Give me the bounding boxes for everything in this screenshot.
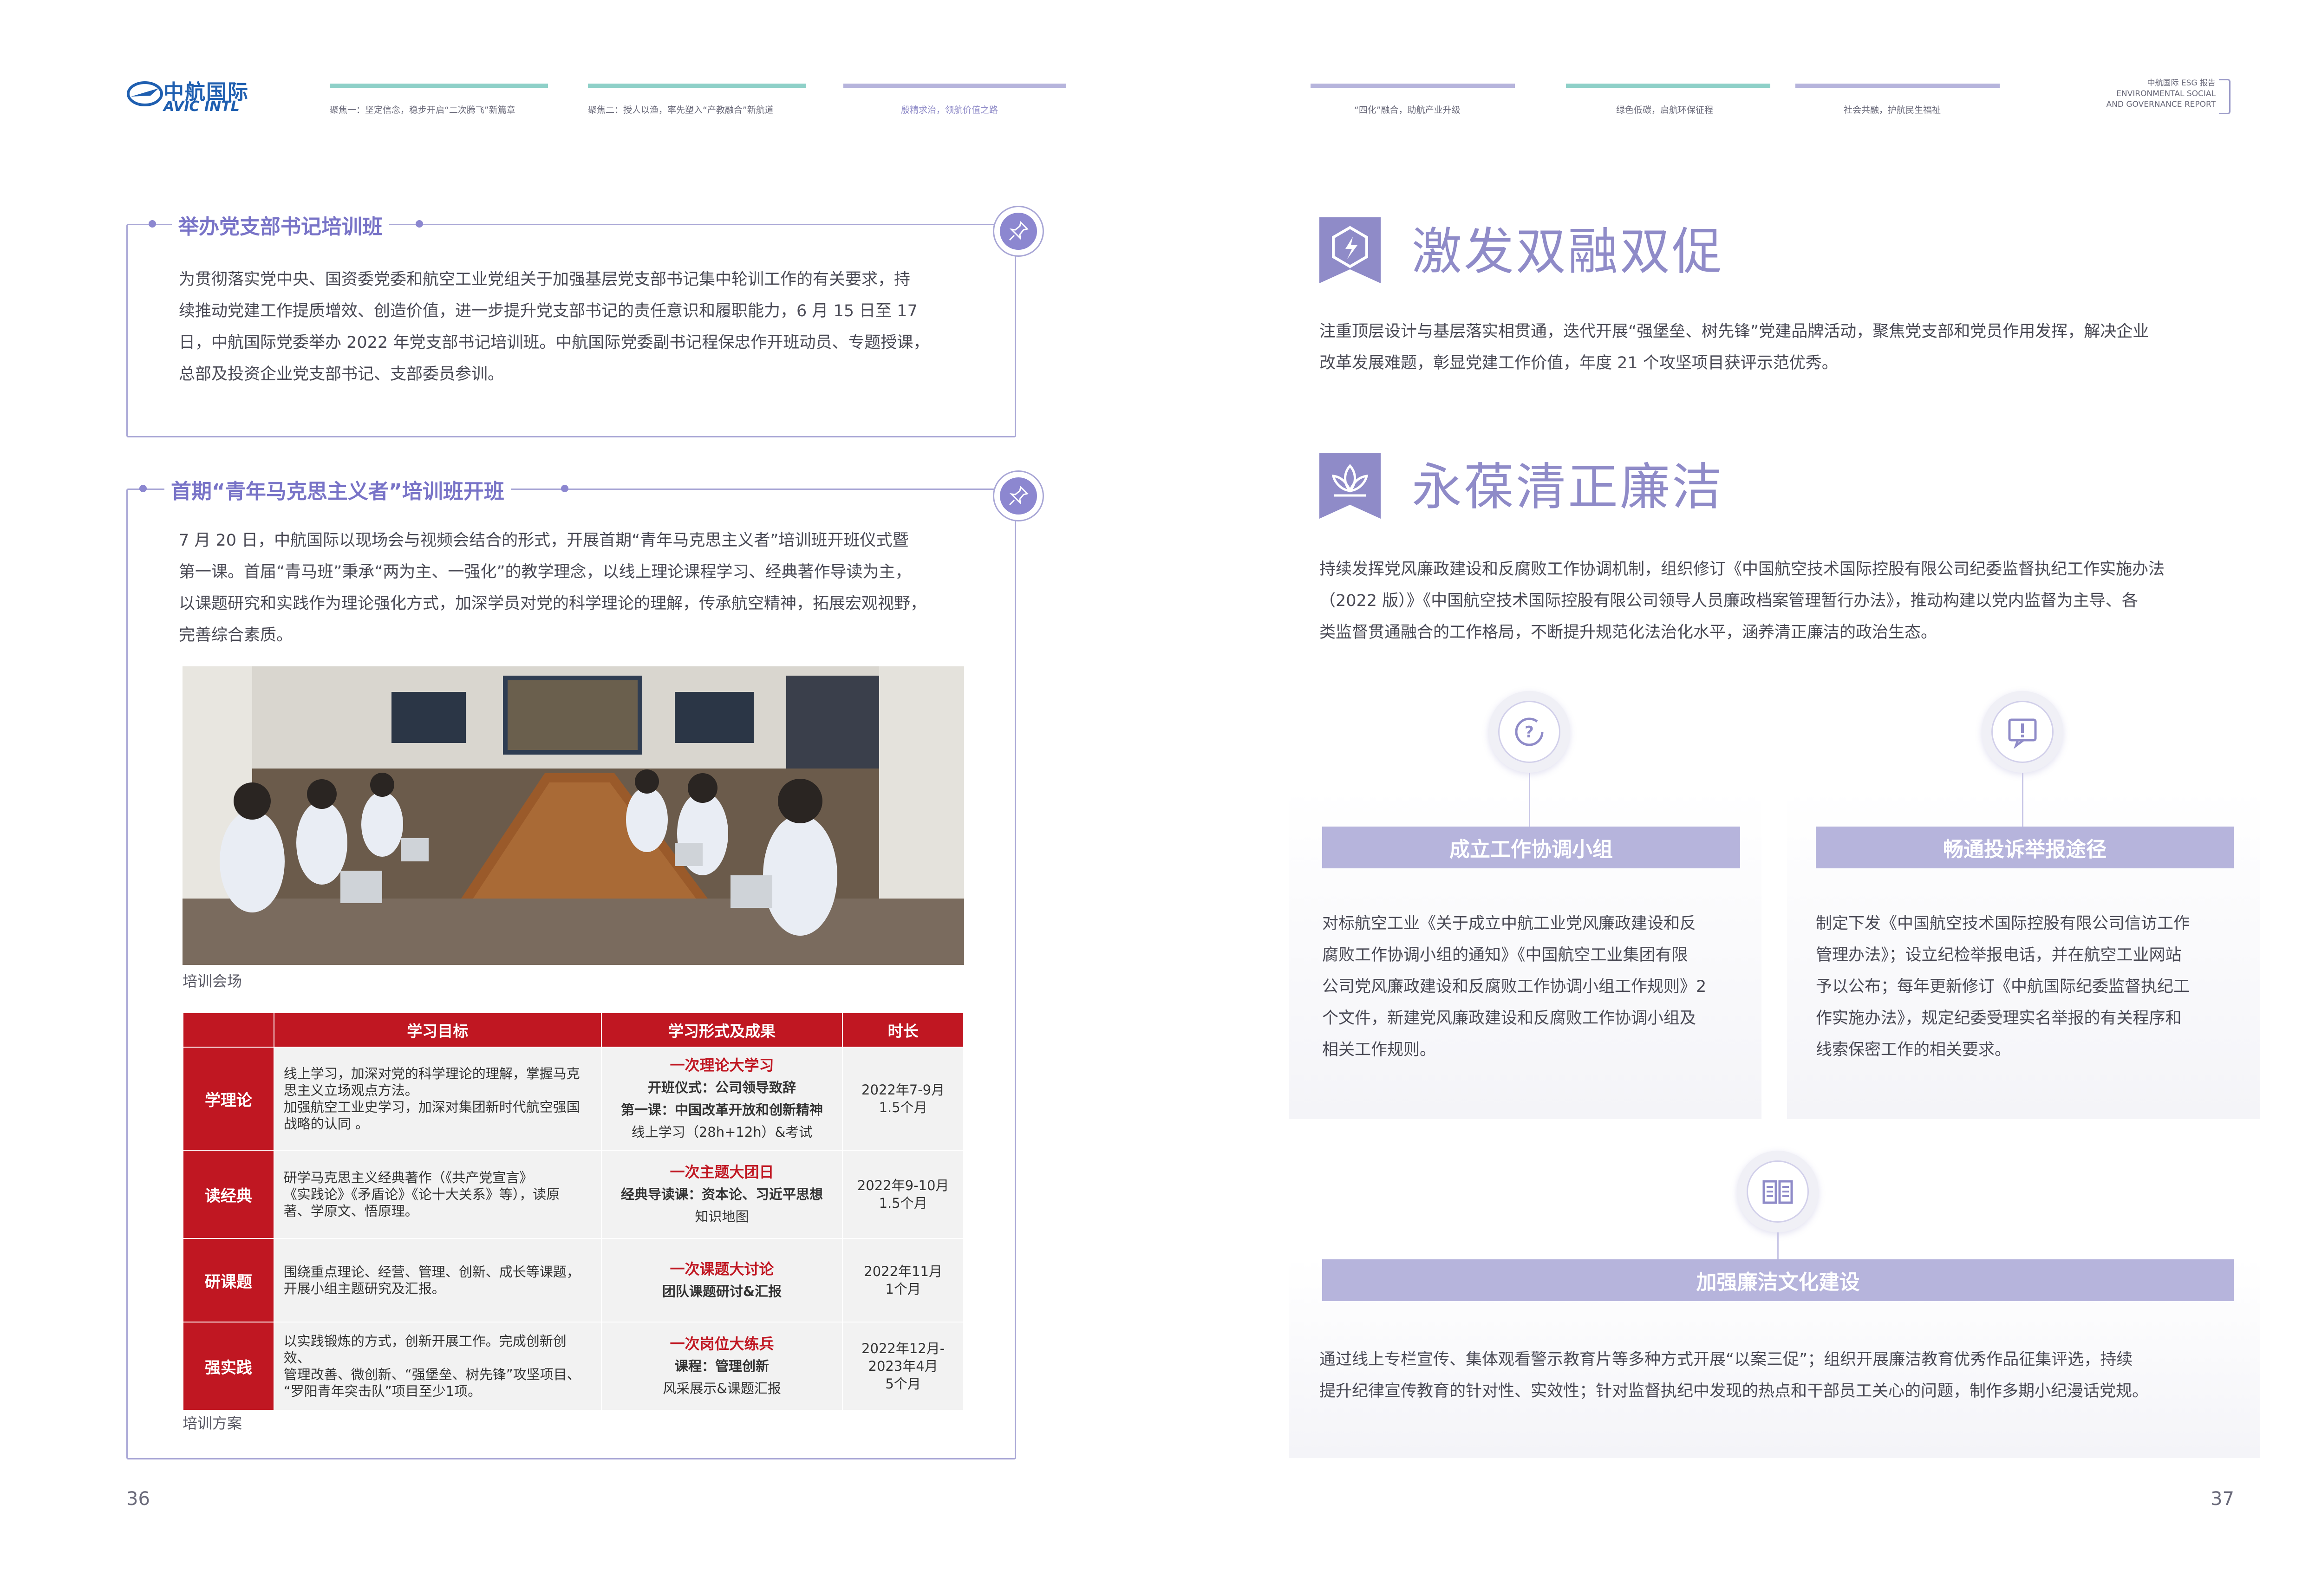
svg-text:?: ? — [1525, 723, 1534, 742]
table-row: 研课题 围绕重点理论、经营、管理、创新、成长等课题， 开展小组主题研究及汇报。 … — [183, 1238, 964, 1322]
report-alert-icon — [2008, 718, 2037, 749]
nav-item-focus-1[interactable]: 聚焦一：坚定信念，稳步开启“二次腾飞”新篇章 — [330, 84, 548, 115]
box-title: 首期“青年马克思主义者”培训班开班 — [164, 475, 511, 504]
nav-label: 殷精求治，领航价值之路 — [901, 105, 998, 115]
header-goal: 学习目标 — [273, 1012, 602, 1048]
connector-line — [1529, 773, 1530, 828]
header-duration: 时长 — [842, 1012, 964, 1048]
nav-label: 聚焦二：授人以渔，率先塑入“产教融合”新航道 — [588, 105, 774, 115]
training-plan-table: 学习目标 学习形式及成果 时长 学理论 线上学习，加深对党的科学理论的理解，掌握… — [183, 1012, 964, 1411]
nav-item-environment[interactable]: 绿色低碳，启航环保征程 — [1566, 84, 1770, 115]
connector-line — [2022, 773, 2023, 828]
row-name: 读经典 — [183, 1150, 274, 1239]
nav-item-governance[interactable]: 殷精求治，领航价值之路 — [843, 84, 1066, 115]
nav-item-industry[interactable]: “四化”融合，助航产业升级 — [1311, 84, 1515, 115]
avic-logo-icon — [127, 81, 163, 106]
section-paragraph: 持续发挥党风廉政建设和反腐败工作协调机制，组织修订《中国航空技术国际控股有限公司… — [1319, 560, 2165, 642]
nav-label: 绿色低碳，启航环保征程 — [1616, 105, 1714, 115]
row-name: 学理论 — [183, 1047, 274, 1151]
icon-badge — [1982, 691, 2063, 773]
card-title-bar: 成立工作协调小组 — [1322, 827, 1740, 868]
nav-label: 聚焦一：坚定信念，稳步开启“二次腾飞”新篇章 — [330, 105, 515, 115]
meeting-room-image — [183, 666, 964, 965]
title-dot — [561, 485, 568, 492]
pin-badge — [993, 206, 1044, 257]
box-paragraph: 7 月 20 日，中航国际以现场会与视频会结合的形式，开展首期“青年马克思主义者… — [179, 531, 927, 645]
row-form: 一次理论大学习 开班仪式：公司领导致辞 第一课：中国改革开放和创新精神 线上学习… — [600, 1047, 843, 1151]
chapter-navigation: 聚焦一：坚定信念，稳步开启“二次腾飞”新篇章 聚焦二：授人以渔，率先塑入“产教融… — [330, 84, 2020, 115]
row-goal: 线上学习，加深对党的科学理论的理解，掌握马克 思主义立场观点方法。 加强航空工业… — [273, 1047, 602, 1151]
logo-english: AVIC INTL — [163, 98, 240, 115]
title-dot — [139, 485, 147, 492]
row-duration: 2022年7-9月 1.5个月 — [842, 1047, 964, 1151]
training-venue-photo — [183, 666, 964, 965]
header-blank — [183, 1012, 274, 1048]
nav-label: 社会共融，护航民生福祉 — [1844, 105, 1941, 115]
row-duration: 2022年11月 1个月 — [842, 1238, 964, 1322]
table-row: 学理论 线上学习，加深对党的科学理论的理解，掌握马克 思主义立场观点方法。 加强… — [183, 1047, 964, 1151]
card-paragraph: 制定下发《中国航空技术国际控股有限公司信访工作 管理办法》；设立纪检举报电话，并… — [1816, 914, 2190, 1059]
photo-caption: 培训会场 — [183, 972, 242, 990]
section-title: 永葆清正廉洁 — [1412, 458, 1724, 516]
row-name: 研课题 — [183, 1238, 274, 1322]
row-goal: 以实践锻炼的方式，创新开展工作。完成创新创效、 管理改善、微创新、“强堡垒、树先… — [273, 1322, 602, 1411]
pushpin-icon — [1009, 486, 1029, 506]
page-number-left: 36 — [126, 1488, 150, 1510]
pushpin-icon — [1009, 221, 1029, 241]
row-name: 强实践 — [183, 1322, 274, 1411]
lotus-badge-icon — [1319, 453, 1381, 519]
table-header-row: 学习目标 学习形式及成果 时长 — [183, 1012, 964, 1048]
table-row: 读经典 研学马克思主义经典著作（《共产党宣言》 《实践论》《矛盾论》《论十大关系… — [183, 1150, 964, 1239]
table-caption: 培训方案 — [183, 1414, 242, 1432]
row-form: 一次课题大讨论 团队课题研讨&汇报 — [600, 1238, 843, 1322]
row-duration: 2022年12月- 2023年4月 5个月 — [842, 1322, 964, 1411]
bookmark-tab — [2219, 79, 2231, 114]
row-duration: 2022年9-10月 1.5个月 — [842, 1150, 964, 1239]
connector-line — [1777, 1232, 1779, 1260]
nav-item-society[interactable]: 社会共融，护航民生福祉 — [1795, 84, 2000, 115]
table-row: 强实践 以实践锻炼的方式，创新开展工作。完成创新创效、 管理改善、微创新、“强堡… — [183, 1322, 964, 1411]
row-goal: 围绕重点理论、经营、管理、创新、成长等课题， 开展小组主题研究及汇报。 — [273, 1238, 602, 1322]
section-paragraph: 注重顶层设计与基层落实相贯通，迭代开展“强堡垒、树先锋”党建品牌活动，聚焦党支部… — [1319, 322, 2149, 372]
card-title-bar: 畅通投诉举报途径 — [1816, 827, 2234, 868]
card-paragraph: 通过线上专栏宣传、集体观看警示教育片等多种方式开展“以案三促”；组织开展廉洁教育… — [1319, 1350, 2149, 1401]
consultation-icon: ? — [1515, 717, 1544, 746]
row-goal: 研学马克思主义经典著作（《共产党宣言》 《实践论》《矛盾论》《论十大关系》等），… — [273, 1150, 602, 1239]
open-book-icon — [1762, 1180, 1793, 1204]
box-paragraph: 为贯彻落实党中央、国资委党委和航空工业党组关于加强基层党支部书记集中轮训工作的有… — [179, 270, 930, 384]
page-number-right: 37 — [2211, 1488, 2234, 1510]
title-dot — [416, 220, 423, 228]
lightning-badge-icon — [1319, 217, 1381, 283]
report-title: 中航国际 ESG 报告 ENVIRONMENTAL SOCIAL AND GOV… — [2106, 78, 2216, 109]
icon-badge — [1737, 1151, 1819, 1232]
pin-badge — [993, 470, 1044, 521]
card-title-bar: 加强廉洁文化建设 — [1322, 1259, 2234, 1301]
nav-label: “四化”融合，助航产业升级 — [1354, 105, 1461, 115]
nav-item-focus-2[interactable]: 聚焦二：授人以渔，率先塑入“产教融合”新航道 — [588, 84, 806, 115]
row-form: 一次岗位大练兵 课程：管理创新 风采展示&课题汇报 — [600, 1322, 843, 1411]
header-form: 学习形式及成果 — [600, 1012, 843, 1048]
section-title: 激发双融双促 — [1412, 223, 1724, 281]
icon-badge: ? — [1488, 691, 1570, 773]
box-title: 举办党支部书记培训班 — [172, 210, 389, 240]
row-form: 一次主题大团日 经典导读课：资本论、习近平思想 知识地图 — [600, 1150, 843, 1239]
title-dot — [149, 220, 156, 228]
card-paragraph: 对标航空工业《关于成立中航工业党风廉政建设和反 腐败工作协调小组的通知》《中国航… — [1322, 914, 1707, 1059]
